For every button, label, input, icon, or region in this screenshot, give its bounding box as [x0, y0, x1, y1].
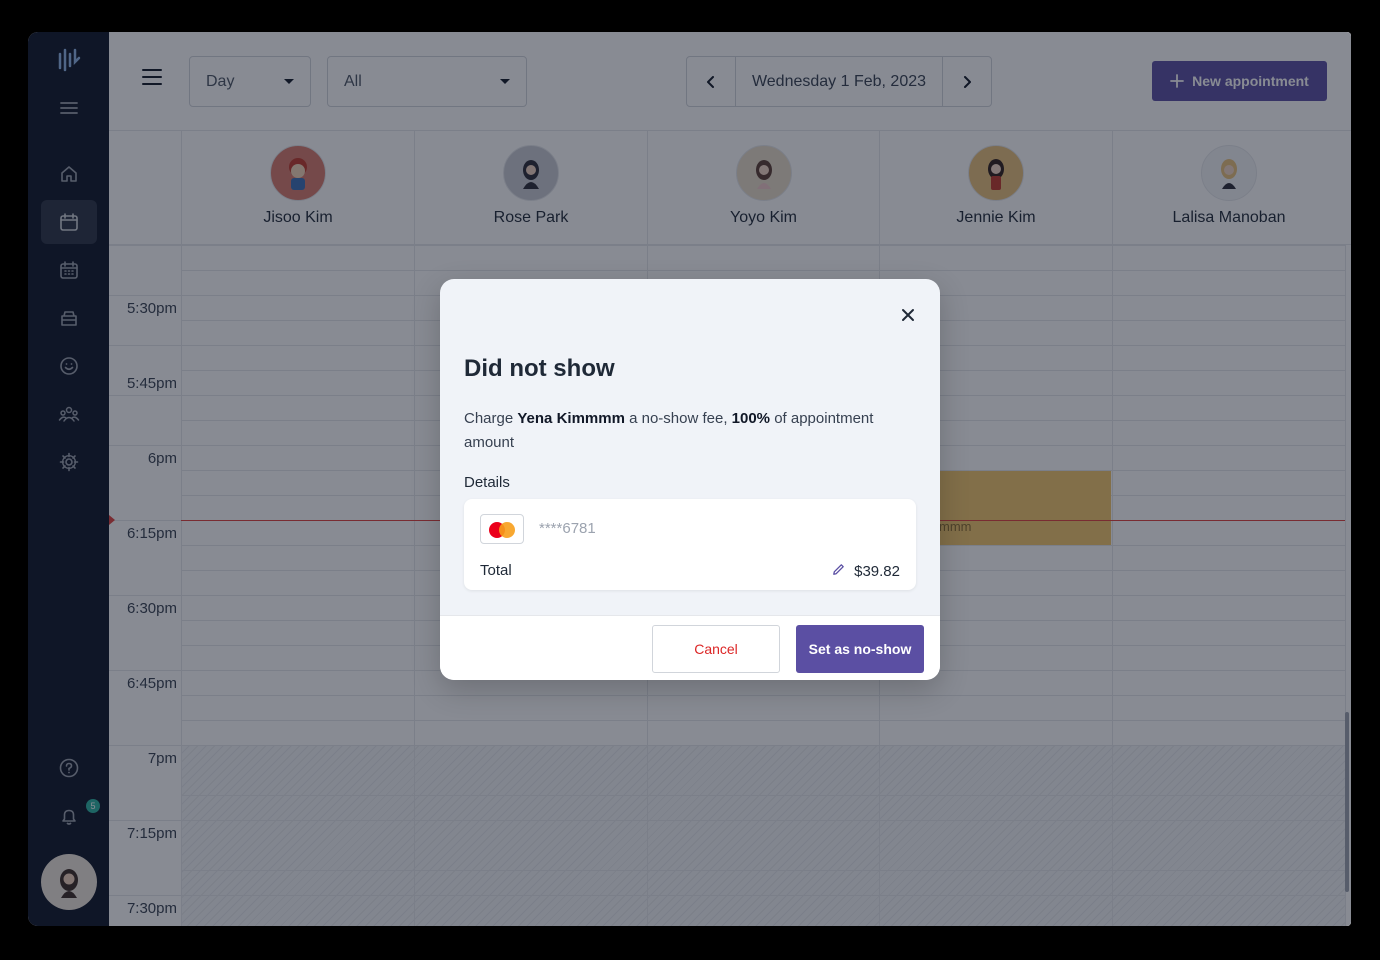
- client-name: Yena Kimmmm: [517, 410, 625, 427]
- dialog-title: Did not show: [464, 355, 615, 382]
- total-label: Total: [480, 562, 512, 579]
- pencil-icon: [833, 564, 844, 575]
- details-label: Details: [464, 474, 510, 491]
- no-show-dialog: Did not show Charge Yena Kimmmm a no-sho…: [440, 279, 940, 680]
- dialog-description: Charge Yena Kimmmm a no-show fee, 100% o…: [464, 407, 916, 455]
- set-no-show-button[interactable]: Set as no-show: [796, 625, 924, 673]
- cancel-button[interactable]: Cancel: [652, 625, 780, 673]
- device-frame: 5 Day All: [0, 0, 1380, 960]
- dialog-footer: Cancel Set as no-show: [440, 615, 940, 680]
- app-screen: 5 Day All: [28, 32, 1351, 926]
- mastercard-icon: [480, 514, 524, 544]
- close-icon: [902, 309, 914, 321]
- payment-details-card: ****6781 Total $39.82: [464, 499, 916, 590]
- description-middle: a no-show fee,: [624, 410, 732, 427]
- edit-amount-button[interactable]: [831, 562, 846, 581]
- close-button[interactable]: [896, 303, 920, 327]
- total-value: $39.82: [854, 563, 900, 580]
- description-prefix: Charge: [464, 410, 518, 427]
- fee-percent: 100%: [731, 410, 771, 427]
- total-amount: $39.82: [831, 562, 900, 581]
- card-number: ****6781: [539, 520, 596, 537]
